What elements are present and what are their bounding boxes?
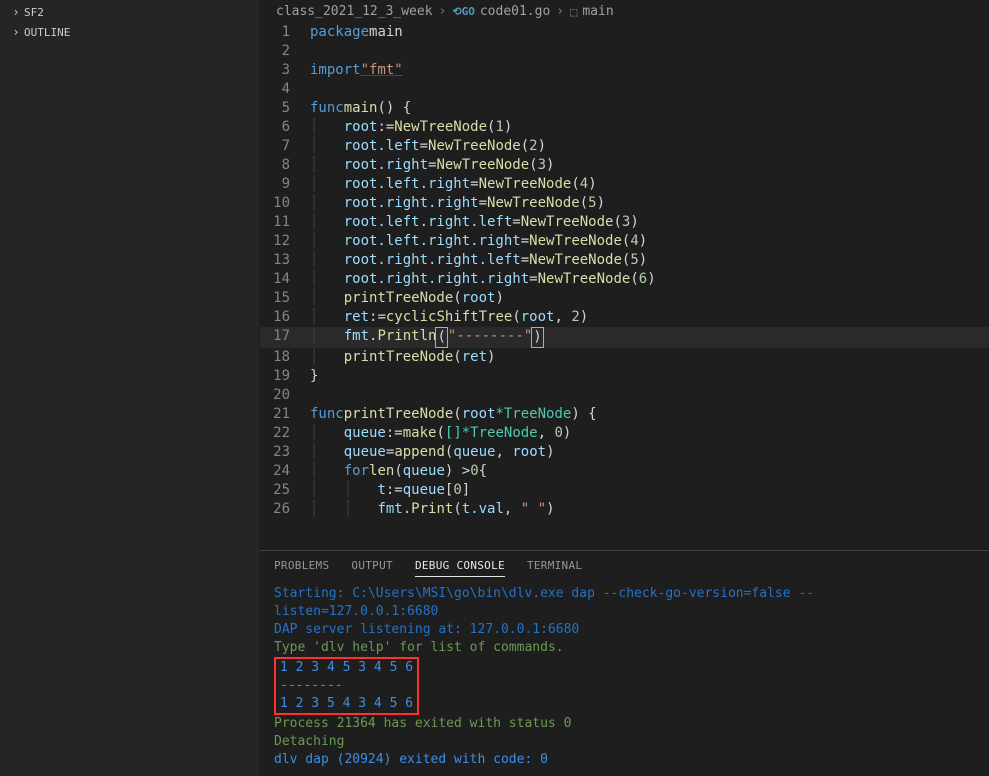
sidebar-item-label: OUTLINE bbox=[24, 26, 70, 39]
tab-problems[interactable]: PROBLEMS bbox=[274, 559, 329, 577]
breadcrumbs[interactable]: class_2021_12_3_week › ⟲GO code01.go › ⬚… bbox=[260, 0, 989, 23]
bottom-panel: PROBLEMS OUTPUT DEBUG CONSOLE TERMINAL S… bbox=[260, 550, 989, 776]
sidebar-item-label: SF2 bbox=[24, 6, 44, 19]
sidebar-item-sf2[interactable]: › SF2 bbox=[0, 2, 259, 22]
sidebar-item-outline[interactable]: › OUTLINE bbox=[0, 22, 259, 42]
console-line: 1 2 3 5 4 3 4 5 6 bbox=[280, 695, 413, 713]
console-line: Starting: C:\Users\MSI\go\bin\dlv.exe da… bbox=[274, 585, 975, 621]
code-editor[interactable]: 1package main 2 3import "fmt" 4 5func ma… bbox=[260, 23, 989, 550]
tab-output[interactable]: OUTPUT bbox=[351, 559, 393, 577]
console-line: 1 2 3 4 5 3 4 5 6 bbox=[280, 659, 413, 677]
console-line: Type 'dlv help' for list of commands. bbox=[274, 639, 975, 657]
breadcrumb-label: class_2021_12_3_week bbox=[276, 4, 433, 19]
chevron-right-icon: › bbox=[439, 4, 447, 19]
panel-tabs: PROBLEMS OUTPUT DEBUG CONSOLE TERMINAL bbox=[260, 551, 989, 583]
console-line: -------- bbox=[280, 677, 413, 695]
main-area: class_2021_12_3_week › ⟲GO code01.go › ⬚… bbox=[260, 0, 989, 776]
breadcrumb-symbol[interactable]: ⬚ main bbox=[570, 4, 614, 19]
symbol-icon: ⬚ bbox=[570, 5, 577, 19]
console-line: dlv dap (20924) exited with code: 0 bbox=[274, 751, 975, 769]
breadcrumb-label: code01.go bbox=[480, 4, 550, 19]
sidebar: › SF2 › OUTLINE bbox=[0, 0, 260, 776]
tab-debug-console[interactable]: DEBUG CONSOLE bbox=[415, 559, 505, 577]
highlighted-output: 1 2 3 4 5 3 4 5 6 -------- 1 2 3 5 4 3 4… bbox=[274, 657, 419, 715]
go-file-icon: ⟲GO bbox=[452, 5, 474, 18]
console-line: DAP server listening at: 127.0.0.1:6680 bbox=[274, 621, 975, 639]
console-line: Detaching bbox=[274, 733, 975, 751]
chevron-right-icon: › bbox=[556, 4, 564, 19]
debug-console-output[interactable]: Starting: C:\Users\MSI\go\bin\dlv.exe da… bbox=[260, 583, 989, 776]
chevron-right-icon: › bbox=[8, 5, 24, 19]
tab-terminal[interactable]: TERMINAL bbox=[527, 559, 582, 577]
breadcrumb-label: main bbox=[582, 4, 613, 19]
breadcrumb-folder[interactable]: class_2021_12_3_week bbox=[276, 4, 433, 19]
breadcrumb-file[interactable]: ⟲GO code01.go bbox=[452, 4, 550, 19]
chevron-right-icon: › bbox=[8, 25, 24, 39]
console-line: Process 21364 has exited with status 0 bbox=[274, 715, 975, 733]
